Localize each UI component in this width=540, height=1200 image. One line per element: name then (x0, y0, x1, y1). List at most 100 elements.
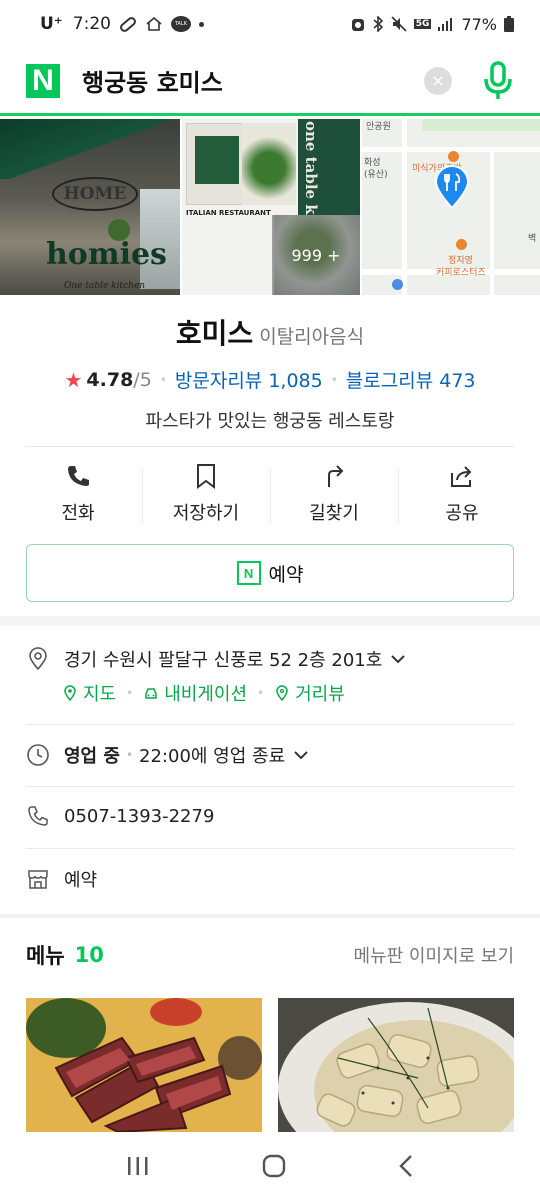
place-description: 파스타가 맛있는 행궁동 레스토랑 (145, 411, 395, 432)
naver-logo[interactable]: N (26, 63, 60, 98)
menu-title: 메뉴 (26, 944, 65, 968)
map-label: 커피로스터즈 (436, 268, 486, 278)
photo-script-text: homies (46, 237, 167, 272)
blog-reviews-link[interactable]: 블로그리뷰 473 (346, 366, 476, 393)
separator-dot: • (330, 372, 338, 387)
call-label: 전화 (61, 503, 95, 524)
separator-dot: • (159, 372, 167, 387)
action-row: 전화 저장하기 길찾기 공유 (14, 458, 526, 530)
notification-dot-icon (198, 21, 204, 27)
pasta-image (278, 998, 514, 1132)
booking-row[interactable]: 예약 (26, 866, 514, 892)
divider (26, 446, 514, 447)
share-label: 공유 (445, 503, 479, 524)
photo-roof (0, 119, 180, 179)
visitor-reviews-link[interactable]: 방문자리뷰 1,085 (175, 366, 323, 393)
rating-value: 4.78 (86, 368, 134, 391)
search-header: N 행궁동 호미스 × (0, 48, 540, 116)
location-pin-outline-icon (29, 647, 47, 671)
clear-search-button[interactable]: × (424, 66, 452, 95)
bluetooth-icon (373, 16, 383, 32)
photo-gallery: HOME homies One table kitchen one table … (0, 119, 540, 295)
status-bar: U⁺ 7:20 TALK 5G 77% (0, 0, 540, 48)
map-link[interactable]: 지도 (62, 680, 116, 706)
save-button[interactable]: 저장하기 (142, 458, 270, 530)
kakaotalk-icon: TALK (170, 16, 191, 32)
reserve-button[interactable]: N 예약 (26, 544, 514, 602)
home-icon (146, 17, 162, 31)
store-icon (28, 870, 48, 889)
location-pin-icon (434, 165, 470, 209)
search-input[interactable]: 행궁동 호미스 (82, 63, 424, 98)
home-button-icon[interactable] (262, 1154, 286, 1178)
review-stats: ★ 4.78/5 • 방문자리뷰 1,085 • 블로그리뷰 473 (0, 366, 540, 393)
rating-max: /5 (133, 368, 152, 391)
save-label: 저장하기 (172, 503, 240, 524)
menu-header: 메뉴 10 메뉴판 이미지로 보기 (26, 940, 514, 970)
mic-icon[interactable] (482, 60, 514, 101)
collage-caption: ITALIAN RESTAURANT (186, 209, 271, 217)
mini-map[interactable]: 안공원 미식가의주방 화성 (유산) 정지영 커피로스터즈 벽 (362, 119, 540, 295)
map-link-label: 지도 (83, 684, 117, 705)
directions-button[interactable]: 길찾기 (270, 458, 398, 530)
system-nav-bar (0, 1132, 540, 1200)
share-icon (451, 466, 472, 487)
section-divider (0, 616, 540, 626)
map-label: 벽 (528, 234, 537, 244)
recent-apps-icon[interactable] (126, 1155, 150, 1177)
share-button[interactable]: 공유 (398, 458, 526, 530)
map-road (490, 149, 494, 295)
directions-label: 길찾기 (309, 503, 359, 524)
address-row[interactable]: 경기 수원시 팔달구 신풍로 52 2층 201호 (26, 646, 514, 672)
menu-count: 10 (74, 943, 104, 967)
car-icon (145, 688, 157, 699)
steak-image (26, 998, 262, 1132)
address-links: 지도 • 내비게이션 • 거리뷰 (62, 680, 345, 706)
call-button[interactable]: 전화 (14, 458, 142, 530)
map-poi-icon (392, 279, 403, 290)
network-label: 5G (413, 19, 432, 29)
carrier-label: U⁺ (40, 14, 63, 34)
chevron-down-icon (391, 655, 406, 664)
bookmark-icon (197, 464, 215, 489)
hours-row[interactable]: 영업 중 • 22:00에 영업 종료 (26, 742, 514, 768)
street-view-link[interactable]: 거리뷰 (274, 680, 345, 706)
back-icon[interactable] (398, 1154, 414, 1178)
more-photos-count[interactable]: 999 + (272, 215, 360, 295)
address-text: 경기 수원시 팔달구 신풍로 52 2층 201호 (64, 650, 383, 671)
menu-image-link[interactable]: 메뉴판 이미지로 보기 (354, 942, 514, 968)
gallery-photo-interior[interactable]: HOME homies One table kitchen (0, 119, 180, 295)
navigation-link[interactable]: 내비게이션 (143, 680, 247, 706)
separator-dot: • (126, 686, 134, 700)
street-view-label: 거리뷰 (295, 684, 345, 705)
separator-dot: • (257, 686, 265, 700)
clock-icon (27, 744, 49, 766)
phone-row[interactable]: 0507-1393-2279 (26, 804, 514, 828)
reserve-label: 예약 (268, 563, 304, 586)
hours-status: 영업 중 (64, 746, 120, 767)
map-pin-icon (64, 685, 76, 701)
separator-dot: • (125, 748, 134, 762)
chevron-down-icon (294, 751, 308, 760)
gallery-photo-collage[interactable]: one table kitchen ITALIAN RESTAURANT 999… (182, 119, 360, 295)
battery-icon (504, 16, 514, 32)
hours-detail: 22:00에 영업 종료 (139, 746, 286, 767)
pill-icon (118, 14, 138, 34)
section-divider (0, 914, 540, 918)
menu-photo-steak[interactable] (26, 998, 262, 1132)
place-category: 이탈리아음식 (259, 326, 365, 348)
map-label: (유산) (364, 170, 388, 180)
navigation-link-label: 내비게이션 (164, 684, 248, 705)
star-icon: ★ (64, 367, 83, 392)
mute-icon (391, 16, 407, 32)
phone-number: 0507-1393-2279 (64, 805, 215, 827)
photo-sign: HOME (52, 177, 138, 211)
directions-icon (328, 465, 344, 487)
photo-tagline: One table kitchen (64, 281, 146, 291)
map-park (422, 119, 540, 131)
divider (26, 786, 514, 787)
map-poi-icon (456, 239, 467, 250)
signal-icon (438, 18, 453, 31)
recycle-icon (351, 19, 364, 31)
menu-photo-pasta[interactable] (278, 998, 514, 1132)
